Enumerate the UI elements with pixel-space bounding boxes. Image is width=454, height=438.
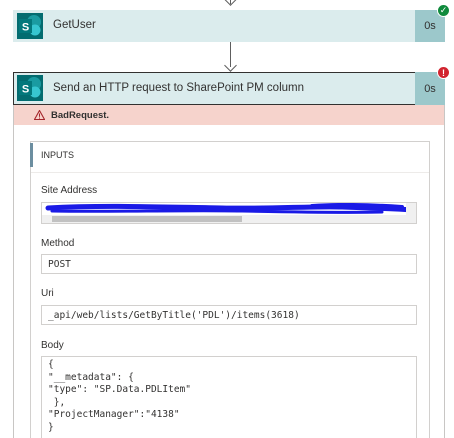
method-field[interactable]: POST — [41, 254, 417, 274]
warning-icon — [34, 110, 45, 120]
horizontal-scrollbar[interactable] — [42, 215, 408, 223]
site-address-label: Site Address — [41, 185, 98, 196]
flow-run-canvas: S GetUser 0s ✓ S Send an HTTP request to… — [0, 0, 454, 438]
action-title: GetUser — [53, 19, 96, 31]
svg-text:S: S — [22, 22, 29, 34]
inputs-header: INPUTS — [30, 143, 429, 167]
action-card-http-request[interactable]: S Send an HTTP request to SharePoint PM … — [13, 66, 450, 438]
action-header[interactable]: S GetUser — [13, 10, 445, 42]
uri-label: Uri — [41, 288, 54, 299]
body-label: Body — [41, 340, 64, 351]
sharepoint-icon: S — [17, 75, 43, 101]
success-badge: ✓ — [437, 4, 450, 17]
divider — [31, 172, 429, 173]
error-bar: BadRequest. — [14, 105, 444, 125]
error-badge: ! — [437, 66, 450, 79]
connector-arrow-icon — [223, 0, 237, 6]
svg-text:S: S — [22, 84, 29, 96]
site-address-field[interactable]: ▲ ▼ — [41, 202, 417, 224]
body-field[interactable]: { "__metadata": { "type": "SP.Data.PDLIt… — [41, 356, 417, 438]
uri-field[interactable]: _api/web/lists/GetByTitle('PDL')/items(3… — [41, 305, 417, 325]
exclamation-icon: ! — [442, 67, 445, 78]
action-header[interactable]: S Send an HTTP request to SharePoint PM … — [13, 72, 445, 105]
connector-arrow-icon — [223, 59, 237, 72]
method-label: Method — [41, 238, 75, 249]
action-card-getuser[interactable]: S GetUser 0s ✓ — [13, 4, 450, 42]
action-body: BadRequest. INPUTS Site Address Method P… — [13, 105, 445, 438]
inputs-panel: INPUTS Site Address ▲ — [30, 141, 430, 438]
action-title: Send an HTTP request to SharePoint PM co… — [53, 82, 305, 94]
scrollbar-thumb[interactable] — [52, 216, 242, 222]
vertical-scrollbar[interactable]: ▲ ▼ — [406, 203, 416, 223]
check-icon: ✓ — [439, 5, 448, 15]
error-message: BadRequest. — [51, 109, 110, 121]
sharepoint-icon: S — [17, 13, 43, 39]
